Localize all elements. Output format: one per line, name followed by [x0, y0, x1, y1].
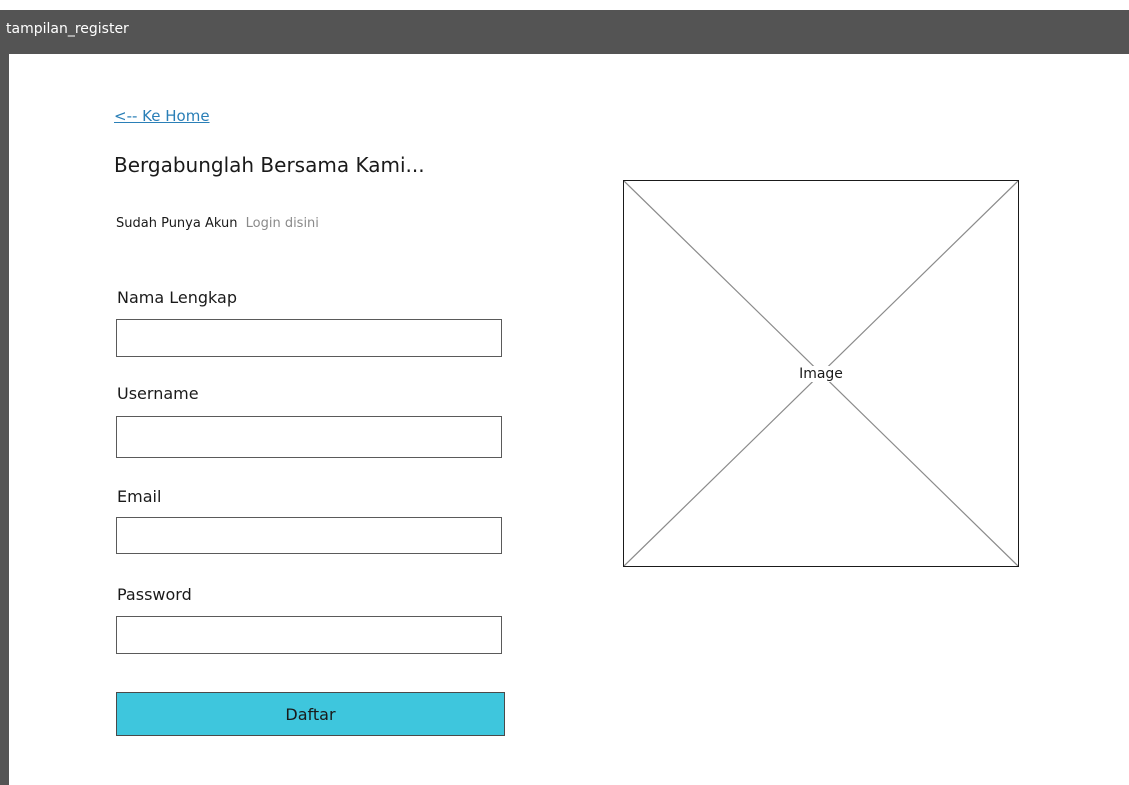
email-input[interactable]: [116, 517, 502, 554]
window-title: tampilan_register: [6, 21, 129, 37]
home-link[interactable]: <-- Ke Home: [114, 106, 210, 126]
app-window: tampilan_register <-- Ke Home Bergabungl…: [0, 0, 1129, 785]
username-input[interactable]: [116, 416, 502, 458]
full-name-label: Nama Lengkap: [117, 288, 237, 307]
login-link[interactable]: Login disini: [246, 216, 319, 231]
username-label: Username: [117, 384, 199, 403]
password-input[interactable]: [116, 616, 502, 654]
login-prompt-text: Sudah Punya Akun: [116, 216, 238, 231]
register-button[interactable]: Daftar: [116, 692, 505, 736]
image-placeholder-label: Image: [793, 366, 849, 382]
login-prompt-row: Sudah Punya Akun Login disini: [116, 214, 319, 234]
email-label: Email: [117, 487, 162, 506]
title-bar: tampilan_register: [0, 10, 1129, 54]
window-left-border: [0, 54, 9, 785]
image-placeholder: Image: [623, 180, 1019, 567]
page-title: Bergabunglah Bersama Kami...: [114, 153, 425, 177]
full-name-input[interactable]: [116, 319, 502, 357]
password-label: Password: [117, 585, 192, 604]
